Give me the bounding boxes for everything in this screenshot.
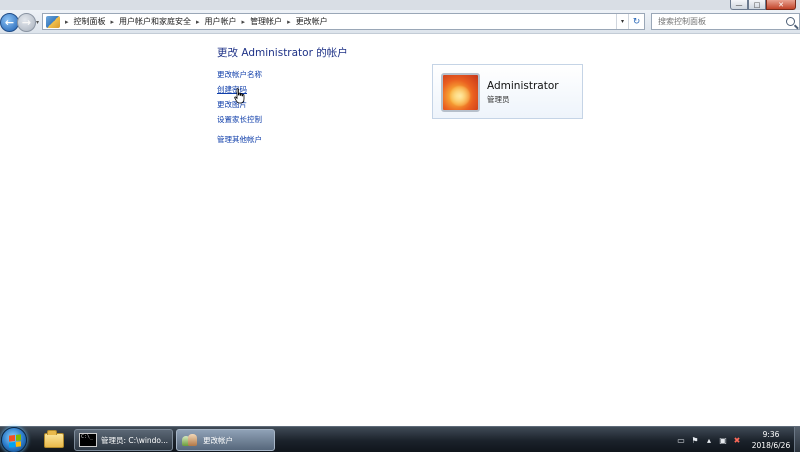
notification-chevron-icon[interactable]: ▴ [704,435,714,445]
breadcrumb-separator[interactable]: ▸ [111,18,115,26]
search-input[interactable] [658,17,783,26]
volume-muted-icon[interactable]: ✖ [732,435,742,445]
account-name: Administrator [487,80,559,92]
window-caption-bar [0,0,800,10]
account-role: 管理员 [487,95,510,104]
network-icon[interactable]: ▣ [718,435,728,445]
windows-logo-icon [9,434,21,448]
taskbar-button-change-account[interactable]: 更改帐户 [176,429,275,451]
avatar [441,73,480,112]
account-card: Administrator 管理员 [432,64,583,119]
address-bar[interactable]: ▸ 控制面板 ▸ 用户帐户和家庭安全 ▸ 用户帐户 ▸ 管理帐户 ▸ 更改帐户 … [42,13,645,30]
navigation-bar: ← → ▾ ▸ 控制面板 ▸ 用户帐户和家庭安全 ▸ 用户帐户 ▸ 管理帐户 ▸… [0,10,800,34]
taskbar-button-cmd[interactable]: C:\_ 管理员: C:\windo... [74,429,173,451]
start-button[interactable] [1,427,27,452]
cmd-icon: C:\_ [79,433,97,447]
taskbar: C:\_ 管理员: C:\windo... 更改帐户 ▭ ⚑ ▴ ▣ ✖ 9:3… [0,426,800,452]
change-account-name-link[interactable]: 更改帐户名称 [217,69,262,80]
page-title: 更改 Administrator 的帐户 [217,47,348,59]
minimize-button[interactable]: — [730,0,748,10]
clock-date: 2018/6/26 [751,441,791,450]
search-box[interactable] [651,13,800,30]
pinned-explorer-button[interactable] [40,429,68,451]
close-button[interactable]: ✕ [766,0,796,10]
folder-icon [44,429,64,448]
hand-cursor-icon [234,88,245,104]
maximize-button[interactable]: □ [748,0,766,10]
parental-controls-link[interactable]: 设置家长控制 [217,114,262,125]
show-desktop-button[interactable] [794,427,800,452]
action-center-flag-icon[interactable]: ⚑ [690,435,700,445]
breadcrumb-separator[interactable]: ▸ [196,18,200,26]
manage-other-accounts-link[interactable]: 管理其他帐户 [217,134,262,145]
taskbar-button-label: 更改帐户 [203,435,233,445]
control-panel-icon [181,433,199,447]
breadcrumb-control-panel[interactable]: 控制面板 [74,16,106,27]
breadcrumb-user-accounts-family-safety[interactable]: 用户帐户和家庭安全 [119,16,191,27]
breadcrumb-separator[interactable]: ▸ [242,18,246,26]
breadcrumb-separator[interactable]: ▸ [287,18,291,26]
breadcrumb-manage-accounts[interactable]: 管理帐户 [250,16,282,27]
recent-pages-chevron-icon[interactable]: ▾ [36,19,39,26]
address-history-chevron-icon[interactable]: ▾ [616,14,628,29]
breadcrumb-separator[interactable]: ▸ [65,18,69,26]
control-panel-icon [46,15,60,28]
forward-arrow-icon[interactable]: → [17,13,36,32]
taskbar-button-label: 管理员: C:\windo... [101,435,169,445]
system-tray: ▭ ⚑ ▴ ▣ ✖ [676,427,746,452]
breadcrumb-change-account[interactable]: 更改帐户 [296,16,328,27]
breadcrumb-user-accounts[interactable]: 用户帐户 [205,16,237,27]
clock[interactable]: 9:36 2018/6/26 [749,429,793,451]
refresh-icon[interactable]: ↻ [628,14,644,29]
clock-time: 9:36 [762,430,780,439]
search-icon[interactable] [786,17,795,26]
keyboard-icon[interactable]: ▭ [676,435,686,445]
